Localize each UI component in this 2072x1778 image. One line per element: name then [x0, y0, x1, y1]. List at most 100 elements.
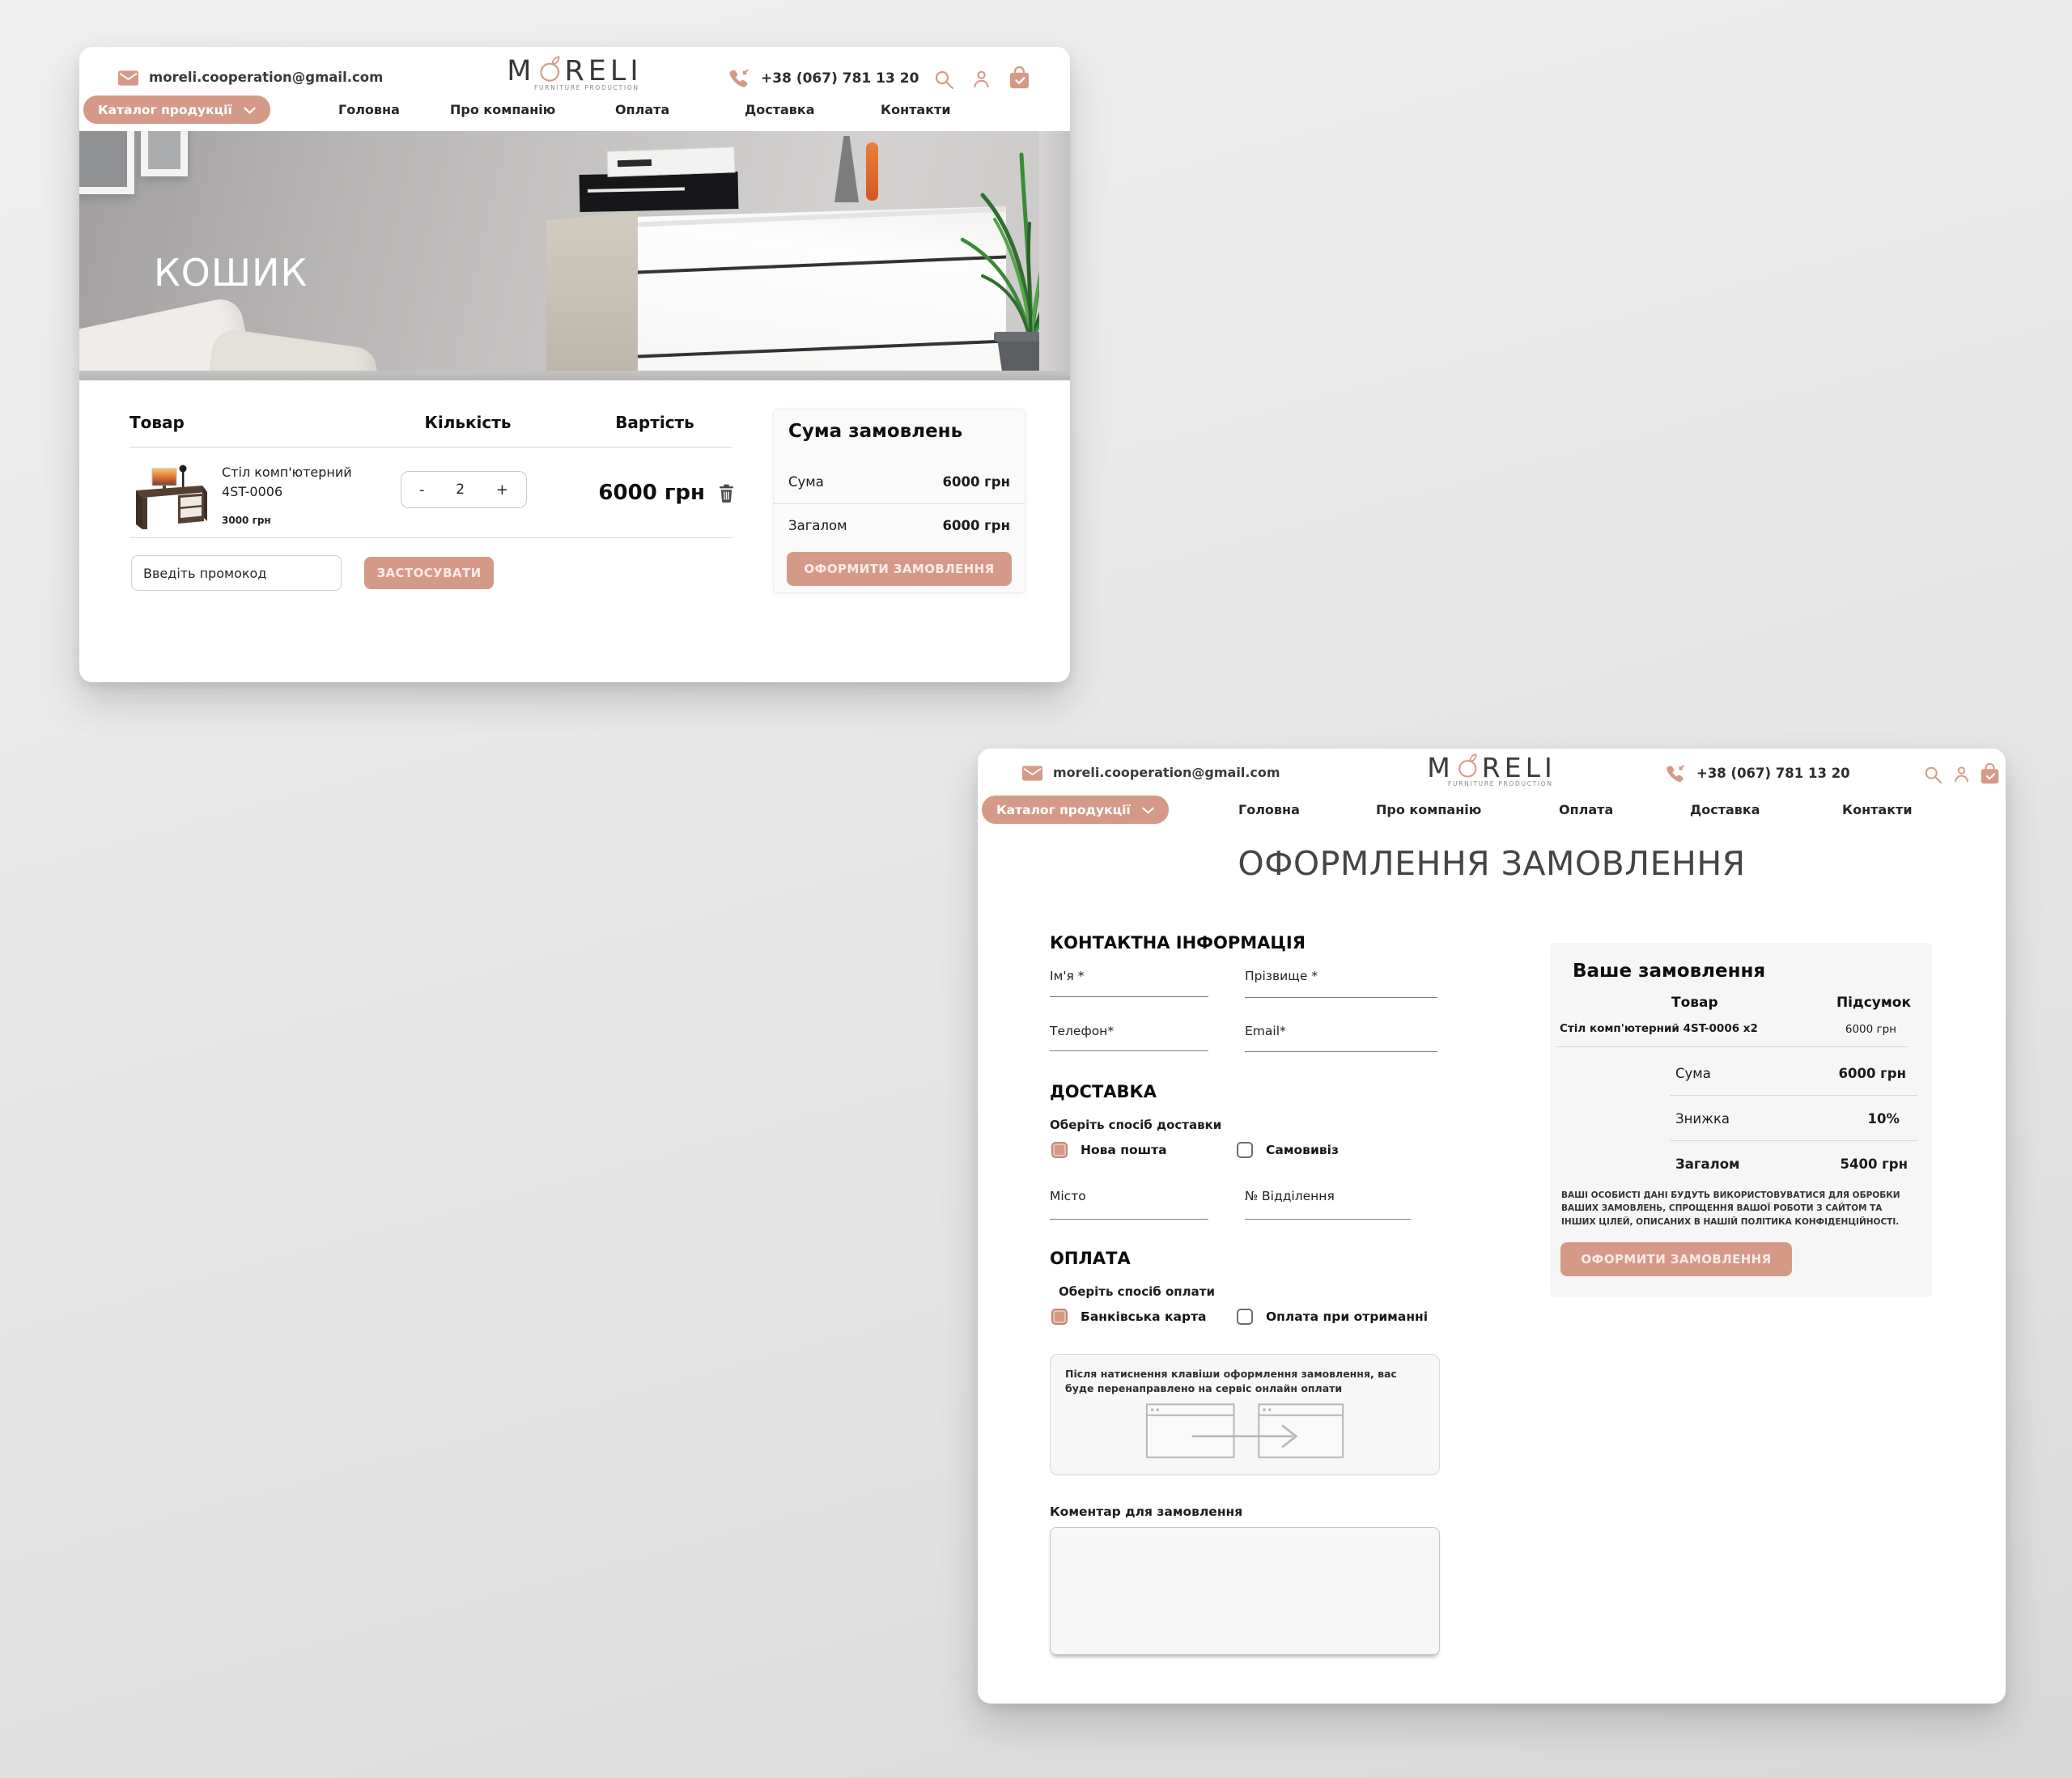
- nav-about[interactable]: Про компанію: [1376, 802, 1481, 817]
- order-divider: [1556, 1046, 1908, 1047]
- column-cost: Вартість: [615, 413, 694, 432]
- order-comment-textarea[interactable]: [1050, 1527, 1440, 1655]
- email-icon: [1022, 766, 1042, 784]
- order-sum-label: Сума: [1675, 1066, 1711, 1081]
- quantity-value: 2: [456, 482, 465, 498]
- logo-text-right: RELI: [1481, 752, 1556, 783]
- nav-about[interactable]: Про компанію: [450, 102, 555, 117]
- order-col-product: Товар: [1671, 995, 1718, 1011]
- header-phone[interactable]: +38 (067) 781 13 20: [1696, 766, 1850, 781]
- bank-card-label[interactable]: Банківська карта: [1081, 1309, 1207, 1324]
- order-discount-value: 10%: [1867, 1111, 1900, 1127]
- phone-icon: [727, 67, 751, 95]
- order-item-name: Стіл комп'ютерний 4ST-0006 х2: [1560, 1022, 1758, 1035]
- order-total-value: 5400 грн: [1840, 1156, 1909, 1172]
- checkout-button[interactable]: ОФОРМИТИ ЗАМОВЛЕННЯ: [787, 552, 1012, 586]
- delivery-section-heading: ДОСТАВКА: [1050, 1082, 1157, 1101]
- promo-code-input[interactable]: [131, 555, 342, 591]
- nav-delivery[interactable]: Доставка: [745, 102, 815, 117]
- order-col-subtotal: Підсумок: [1836, 995, 1911, 1011]
- payment-hint: Оберіть спосіб оплати: [1059, 1284, 1215, 1299]
- contact-section-heading: КОНТАКТНА ІНФОРМАЦІЯ: [1050, 933, 1306, 953]
- pay-on-delivery-label[interactable]: Оплата при отриманні: [1266, 1309, 1428, 1324]
- table-divider: [130, 537, 732, 538]
- checkout-page-card: moreli.cooperation@gmail.com M RELI FURN…: [978, 749, 2006, 1704]
- payment-redirect-note-box: Після натиснення клавіши оформлення замо…: [1050, 1354, 1440, 1475]
- nova-poshta-label[interactable]: Нова пошта: [1081, 1143, 1167, 1157]
- hero-wall-frame: [79, 131, 134, 194]
- quantity-decrease-button[interactable]: -: [416, 482, 428, 499]
- cart-item-unit-price: 3000 грн: [222, 515, 271, 526]
- city-field[interactable]: [1050, 1199, 1208, 1220]
- order-title: Ваше замовлення: [1573, 961, 1766, 982]
- header-email[interactable]: moreli.cooperation@gmail.com: [1053, 765, 1280, 780]
- logo-text-right: RELI: [564, 55, 643, 87]
- account-icon[interactable]: [1952, 765, 1971, 787]
- cart-summary-panel: Сума замовлень Сума 6000 грн Загалом 600…: [773, 409, 1025, 593]
- place-order-button[interactable]: ОФОРМИТИ ЗАМОВЛЕННЯ: [1560, 1242, 1792, 1276]
- bank-card-checkbox[interactable]: [1051, 1309, 1068, 1325]
- page-background: moreli.cooperation@gmail.com M RELI FURN…: [0, 0, 2072, 1778]
- branch-field[interactable]: [1245, 1199, 1411, 1220]
- delivery-hint: Оберіть спосіб доставки: [1050, 1118, 1222, 1132]
- nav-payment[interactable]: Оплата: [1559, 802, 1613, 817]
- cart-item-name: Стіл комп'ютерний 4ST-0006: [222, 465, 352, 499]
- pickup-label[interactable]: Самовивіз: [1266, 1143, 1339, 1157]
- summary-total-value: 6000 грн: [942, 518, 1011, 533]
- nav-contacts[interactable]: Контакти: [1842, 802, 1913, 817]
- cart-bag-icon[interactable]: [1008, 66, 1031, 94]
- email-field[interactable]: [1245, 1031, 1437, 1052]
- quantity-stepper: - 2 +: [401, 471, 527, 508]
- privacy-note: ВАШІ ОСОБИСТІ ДАНІ БУДУТЬ ВИКОРИСТОВУВАТ…: [1561, 1190, 1900, 1227]
- summary-sum-label: Сума: [788, 474, 824, 490]
- chevron-down-icon: [244, 103, 256, 117]
- nav-delivery[interactable]: Доставка: [1690, 802, 1760, 817]
- search-icon[interactable]: [1923, 765, 1942, 787]
- summary-total-row: Загалом 6000 грн: [788, 518, 1010, 533]
- brand-logo[interactable]: M RELI FURNITURE PRODUCTION: [507, 55, 642, 91]
- account-icon[interactable]: [971, 69, 991, 92]
- header-email[interactable]: moreli.cooperation@gmail.com: [149, 70, 383, 85]
- nav-home[interactable]: Головна: [338, 102, 400, 117]
- search-icon[interactable]: [933, 69, 954, 93]
- cart-hero-banner: КОШИК: [79, 131, 1070, 380]
- summary-sum-value: 6000 грн: [942, 474, 1011, 490]
- apply-promo-button[interactable]: ЗАСТОСУВАТИ: [364, 557, 494, 589]
- phone-icon: [1664, 763, 1687, 789]
- cart-bag-icon[interactable]: [1979, 762, 2001, 789]
- table-divider: [130, 447, 732, 448]
- summary-title: Сума замовлень: [788, 421, 963, 442]
- hero-book: [579, 171, 739, 213]
- hero-vase: [834, 136, 859, 202]
- quantity-increase-button[interactable]: +: [493, 482, 512, 499]
- catalog-label: Каталог продукції: [996, 802, 1131, 817]
- comment-label: Коментар для замовлення: [1050, 1504, 1243, 1519]
- summary-sum-row: Сума 6000 грн: [788, 474, 1010, 490]
- pay-on-delivery-checkbox[interactable]: [1237, 1309, 1253, 1325]
- nav-payment[interactable]: Оплата: [615, 102, 669, 117]
- catalog-dropdown-button[interactable]: Каталог продукції: [83, 95, 270, 124]
- order-total-label: Загалом: [1675, 1156, 1740, 1172]
- header-phone[interactable]: +38 (067) 781 13 20: [761, 70, 919, 87]
- catalog-label: Каталог продукції: [98, 102, 232, 117]
- last-name-field[interactable]: [1245, 977, 1437, 998]
- checkout-page-title: ОФОРМЛЕННЯ ЗАМОВЛЕННЯ: [1238, 844, 1746, 883]
- order-discount-label: Знижка: [1675, 1111, 1730, 1127]
- nova-poshta-checkbox[interactable]: [1051, 1142, 1068, 1158]
- trash-icon[interactable]: [719, 484, 734, 506]
- phone-field[interactable]: [1050, 1030, 1208, 1051]
- payment-redirect-note: Після натиснення клавіши оформлення замо…: [1065, 1368, 1397, 1395]
- first-name-field[interactable]: [1050, 976, 1208, 997]
- order-item-total: 6000 грн: [1845, 1023, 1896, 1036]
- pickup-checkbox[interactable]: [1237, 1142, 1253, 1158]
- logo-text-left: M: [507, 55, 536, 87]
- order-divider: [1670, 1095, 1917, 1096]
- column-quantity: Кількість: [424, 413, 512, 432]
- brand-logo[interactable]: M RELI FURNITURE PRODUCTION: [1427, 752, 1556, 787]
- cart-item-total: 6000 грн: [598, 481, 705, 505]
- order-divider: [1670, 1140, 1917, 1141]
- catalog-dropdown-button[interactable]: Каталог продукції: [982, 796, 1169, 824]
- browser-redirect-illustration: [1145, 1403, 1344, 1458]
- nav-contacts[interactable]: Контакти: [881, 102, 951, 117]
- nav-home[interactable]: Головна: [1238, 802, 1300, 817]
